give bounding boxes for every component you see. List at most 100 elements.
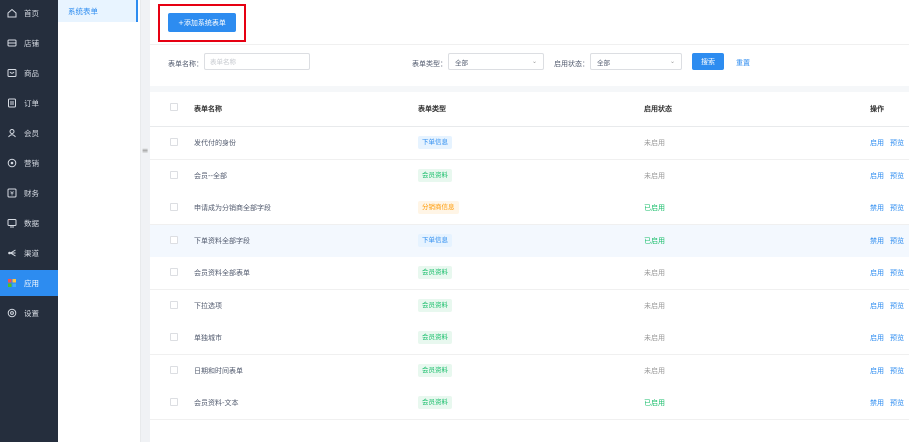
add-system-form-button[interactable]: +添加系统表单 [168, 13, 236, 32]
form-type-tag: 下单信息 [418, 233, 452, 247]
chevron-down-icon: ⌄ [669, 58, 675, 65]
form-name: 下拉选项 [194, 301, 222, 310]
form-name: 单独城市 [194, 334, 222, 342]
preview-link[interactable]: 预览 [890, 171, 904, 181]
row-checkbox[interactable] [170, 300, 178, 309]
collapse-menu-icon[interactable]: ≡ [140, 140, 150, 160]
status-text: 已启用 [644, 236, 665, 245]
sidebar-item[interactable]: 应用 [0, 270, 58, 296]
table-row: 会员资料全部表单 会员资料 未启用 启用 预览 [150, 257, 909, 290]
settings-icon [5, 308, 19, 318]
row-checkbox[interactable] [170, 333, 178, 341]
sidebar-item-label: 会员 [24, 128, 39, 138]
toggle-link[interactable]: 启用 [870, 333, 884, 343]
header-type: 表单类型 [418, 105, 446, 113]
main-content: +添加系统表单 表单名称： 表单类型： 全部 ⌄ 启用状态： 全部 ⌄ 搜索 重… [150, 0, 909, 442]
search-button[interactable]: 搜索 [692, 53, 724, 70]
sidebar-item[interactable]: 商品 [0, 60, 58, 86]
row-checkbox[interactable] [170, 170, 178, 179]
sidebar-item[interactable]: 数据 [0, 210, 58, 236]
form-type-tag: 会员资料 [418, 266, 452, 279]
sidebar-item-label: 应用 [24, 278, 39, 288]
top-toolbar: +添加系统表单 [150, 0, 909, 45]
status-select[interactable]: 全部 ⌄ [590, 53, 682, 70]
sidebar-item[interactable]: ¥ 财务 [0, 180, 58, 206]
status-text: 未启用 [644, 301, 665, 310]
preview-link[interactable]: 预览 [890, 236, 904, 246]
marketing-icon [5, 158, 19, 168]
row-checkbox[interactable] [170, 138, 178, 146]
form-type-select[interactable]: 全部 ⌄ [448, 53, 544, 70]
sidebar-item[interactable]: 店铺 [0, 30, 58, 56]
toggle-link[interactable]: 禁用 [870, 236, 884, 246]
table-row: 下单资料全部字段 下单信息 已启用 禁用 预览 [150, 224, 909, 258]
finance-icon: ¥ [5, 188, 19, 198]
form-name: 会员资料全部表单 [194, 269, 250, 277]
sidebar-item[interactable]: 设置 [0, 300, 58, 326]
preview-link[interactable]: 预览 [890, 203, 904, 213]
preview-link[interactable]: 预览 [890, 301, 904, 311]
form-name: 发代付的身份 [194, 139, 236, 147]
status-label: 启用状态： [554, 60, 589, 68]
table-row: 日期和时间表单 会员资料 未启用 启用 预览 [150, 354, 909, 388]
status-text: 未启用 [644, 171, 665, 180]
reset-link[interactable]: 重置 [736, 58, 750, 68]
form-name-label: 表单名称： [168, 60, 203, 68]
sidebar-item[interactable]: 首页 [0, 0, 58, 26]
status-text: 已启用 [644, 399, 665, 407]
toggle-link[interactable]: 禁用 [870, 203, 884, 213]
sidebar-item[interactable]: 营销 [0, 150, 58, 176]
form-type-tag: 下单信息 [418, 136, 452, 149]
preview-link[interactable]: 预览 [890, 138, 904, 148]
table-row: 下拉选项 会员资料 未启用 启用 预览 [150, 289, 909, 323]
form-type-tag: 会员资料 [418, 331, 452, 344]
store-icon [5, 38, 19, 48]
row-checkbox[interactable] [170, 365, 178, 374]
toggle-link[interactable]: 启用 [870, 301, 884, 311]
sidebar-item-label: 渠道 [24, 248, 39, 258]
form-name: 会员--全部 [194, 171, 228, 180]
member-icon [5, 128, 19, 138]
form-type-tag: 会员资料 [418, 396, 452, 409]
home-icon [5, 8, 19, 18]
row-checkbox[interactable] [170, 398, 178, 406]
sidebar-item-label: 营销 [24, 158, 39, 168]
toggle-link[interactable]: 启用 [870, 268, 884, 278]
status-text: 已启用 [644, 204, 665, 212]
goods-icon [5, 68, 19, 78]
form-name-input[interactable] [204, 53, 310, 70]
sidebar-item[interactable]: 会员 [0, 120, 58, 146]
sidebar-item[interactable]: 渠道 [0, 240, 58, 266]
form-name: 会员资料-文本 [194, 399, 239, 407]
status-text: 未启用 [644, 366, 665, 375]
form-type-value: 全部 [455, 58, 468, 67]
table-row: 会员资料-文本 会员资料 已启用 禁用 预览 [150, 387, 909, 420]
toggle-link[interactable]: 启用 [870, 171, 884, 181]
toggle-link[interactable]: 禁用 [870, 398, 884, 408]
svg-text:¥: ¥ [10, 191, 14, 198]
table-header: 表单名称 表单类型 启用状态 操作 [150, 92, 909, 127]
table-row: 发代付的身份 下单信息 未启用 启用 预览 [150, 127, 909, 160]
preview-link[interactable]: 预览 [890, 333, 904, 343]
subnav-item-system-forms[interactable]: 系统表单 [58, 0, 138, 22]
preview-link[interactable]: 预览 [890, 366, 904, 376]
row-checkbox[interactable] [170, 268, 178, 276]
sidebar-item-label: 数据 [24, 218, 39, 228]
status-text: 未启用 [644, 269, 665, 277]
preview-link[interactable]: 预览 [890, 398, 904, 408]
sidebar-item-label: 设置 [24, 308, 39, 318]
form-type-tag: 会员资料 [418, 363, 452, 377]
header-ops: 操作 [870, 105, 884, 113]
form-type-tag: 会员资料 [418, 168, 452, 182]
row-checkbox[interactable] [170, 235, 178, 244]
row-checkbox[interactable] [170, 203, 178, 211]
select-all-checkbox[interactable] [170, 103, 178, 111]
toggle-link[interactable]: 启用 [870, 366, 884, 376]
preview-link[interactable]: 预览 [890, 268, 904, 278]
toggle-link[interactable]: 启用 [870, 138, 884, 148]
header-status: 启用状态 [644, 105, 672, 113]
sidebar-item[interactable]: 订单 [0, 90, 58, 116]
order-icon [5, 98, 19, 108]
sidebar: 首页店铺商品订单会员营销 ¥ 财务数据渠道应用设置 [0, 0, 58, 442]
table-row: 单独城市 会员资料 未启用 启用 预览 [150, 322, 909, 355]
